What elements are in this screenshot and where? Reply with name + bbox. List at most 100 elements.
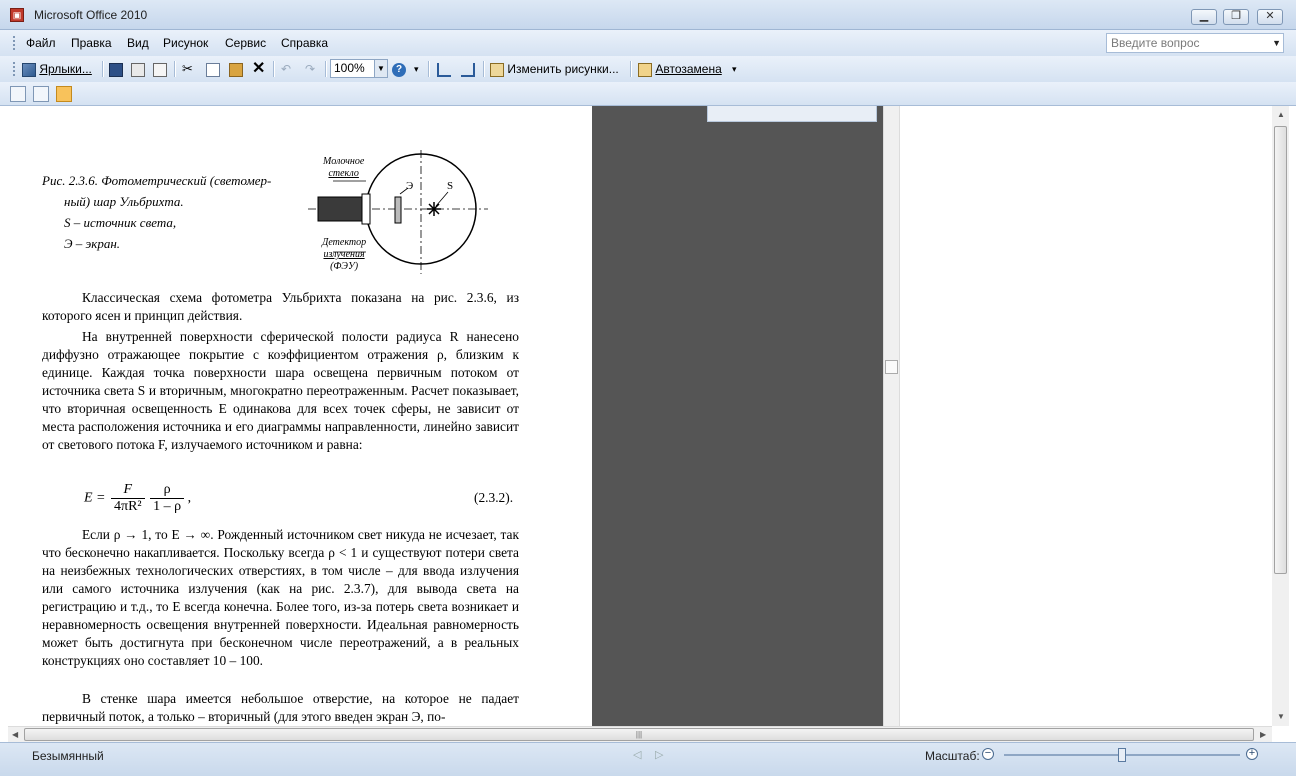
shortcuts-label: Ярлыки...	[39, 62, 92, 76]
undo-icon: ↶	[281, 62, 292, 76]
redo-button[interactable]: ↷	[305, 60, 315, 78]
save-button[interactable]	[109, 60, 123, 78]
toolbar-grip[interactable]	[13, 62, 17, 76]
flip-button[interactable]	[461, 60, 475, 78]
close-button[interactable]: ✕	[1257, 9, 1283, 25]
print-preview-button[interactable]	[153, 60, 167, 78]
vertical-scrollbar[interactable]: ▲ ▼	[1272, 106, 1289, 726]
zoom-in-icon[interactable]: +	[1246, 748, 1258, 760]
view-bar	[0, 82, 1296, 106]
app-icon[interactable]: ▣	[10, 8, 24, 22]
fig-label-source: S	[447, 180, 454, 192]
menu-view[interactable]: Вид	[127, 36, 149, 50]
autocorrect-icon	[638, 62, 652, 77]
scroll-left-icon[interactable]: ◀	[12, 730, 18, 739]
separator	[273, 61, 275, 77]
single-image-view-button[interactable]	[56, 86, 72, 102]
undo-button[interactable]: ↶	[281, 60, 291, 78]
zoom-slider[interactable]	[1004, 748, 1240, 762]
chevron-down-icon[interactable]: ▼	[1272, 34, 1281, 52]
menu-file[interactable]: Файл	[26, 36, 56, 50]
menu-help[interactable]: Справка	[281, 36, 328, 50]
thumbnail-view-button[interactable]	[10, 86, 26, 102]
scroll-right-icon[interactable]: ▶	[1260, 730, 1266, 739]
document-image: Рис. 2.3.6. Фотометрический (светомер- н…	[8, 106, 592, 726]
print-icon	[131, 62, 145, 77]
separator	[630, 61, 632, 77]
rotate-left-button[interactable]	[437, 60, 451, 78]
menu-edit[interactable]: Правка	[71, 36, 112, 50]
edit-pictures-icon	[490, 62, 504, 77]
delete-button[interactable]: ✕	[252, 60, 265, 78]
paste-icon	[229, 62, 243, 77]
zoom-select[interactable]: 100% ▼	[330, 59, 388, 78]
copy-icon	[206, 62, 220, 77]
formula-numerator: ρ	[150, 482, 185, 499]
menu-grip[interactable]	[13, 36, 17, 50]
scroll-down-icon[interactable]: ▼	[1277, 712, 1285, 721]
formula-lhs: E =	[84, 490, 106, 506]
paragraph: Классическая схема фотометра Ульбрихта п…	[42, 290, 519, 323]
scissors-icon: ✂	[182, 61, 193, 76]
fig-label: излучения	[323, 249, 365, 260]
paste-button[interactable]	[229, 60, 243, 78]
figure-caption: Рис. 2.3.6. Фотометрический (светомер- н…	[42, 170, 302, 254]
canvas-background	[592, 106, 883, 726]
edit-pictures-button[interactable]: Изменить рисунки...	[490, 60, 619, 78]
autocorrect-button[interactable]: Автозамена	[638, 60, 722, 78]
paragraph: На внутренней поверхности сферической по…	[42, 329, 519, 452]
menu-tools[interactable]: Сервис	[225, 36, 266, 50]
chevron-down-icon[interactable]: ▼	[374, 60, 387, 77]
minimize-button[interactable]: ▁	[1191, 9, 1217, 25]
caption-line: Э – экран.	[64, 236, 121, 251]
paragraph: Если ρ → 1, то E → ∞. Рожденный источник…	[42, 527, 519, 668]
next-image-icon[interactable]: ▷	[655, 748, 663, 761]
print-button[interactable]	[131, 60, 145, 78]
ask-question-input[interactable]: Введите вопрос ▼	[1106, 33, 1284, 53]
caption-line: S – источник света,	[64, 215, 177, 230]
side-pane	[900, 106, 1272, 726]
previous-image-icon[interactable]: ◁	[633, 748, 641, 761]
file-name: Безымянный	[32, 749, 104, 763]
pane-splitter[interactable]	[883, 106, 900, 726]
floating-toolbar[interactable]	[707, 106, 877, 122]
formula-denominator: 4πR²	[114, 499, 142, 514]
menu-picture[interactable]: Рисунок	[163, 36, 208, 50]
shortcuts-icon	[22, 62, 36, 77]
equation-number: (2.3.2).	[474, 490, 514, 505]
formula: E = F 4πR² ρ 1 – ρ ,	[84, 482, 191, 515]
help-icon: ?	[392, 62, 406, 77]
restore-button[interactable]: ❐	[1223, 9, 1249, 25]
delete-icon: ✕	[252, 60, 266, 77]
zoom-slider-handle[interactable]	[1118, 748, 1126, 762]
caption-line: Рис. 2.3.6. Фотометрический (светомер-	[42, 173, 272, 188]
help-button[interactable]: ?	[392, 60, 406, 78]
print-preview-icon	[153, 62, 167, 77]
formula-numerator: F	[111, 482, 145, 499]
zoom-label: Масштаб:	[925, 749, 980, 763]
separator	[325, 61, 327, 77]
fig-label: (ФЭУ)	[330, 261, 359, 272]
horizontal-scroll-thumb[interactable]: |||	[24, 728, 1254, 741]
fig-label: стекло	[328, 168, 359, 179]
caption-line: ный) шар Ульбрихта.	[64, 194, 184, 209]
scroll-up-icon[interactable]: ▲	[1277, 110, 1285, 119]
save-icon	[109, 62, 123, 77]
cut-button[interactable]: ✂	[182, 60, 193, 78]
toolbar-options-button[interactable]: ▾	[414, 60, 419, 78]
splitter-handle[interactable]	[885, 360, 898, 374]
toolbar-options-button[interactable]: ▾	[732, 60, 737, 78]
paragraph: В стенке шара имеется небольшое отверсти…	[42, 691, 519, 724]
edit-pictures-label: Изменить рисунки...	[507, 62, 619, 76]
zoom-out-icon[interactable]: −	[982, 748, 994, 760]
fig-label: Детектор	[322, 237, 367, 248]
filmstrip-view-button[interactable]	[33, 86, 49, 102]
window-title: Microsoft Office 2010	[34, 8, 148, 22]
standard-toolbar: Ярлыки... ✂ ✕ ↶ ↷ ? ▾ Изменить рисунки..…	[0, 56, 1296, 82]
separator	[428, 61, 430, 77]
vertical-scroll-thumb[interactable]	[1274, 126, 1287, 574]
shortcuts-button[interactable]: Ярлыки...	[22, 60, 92, 78]
copy-button[interactable]	[206, 60, 220, 78]
formula-denominator: 1 – ρ	[153, 499, 182, 514]
horizontal-scrollbar[interactable]: ◀ ||| ▶	[8, 726, 1272, 742]
